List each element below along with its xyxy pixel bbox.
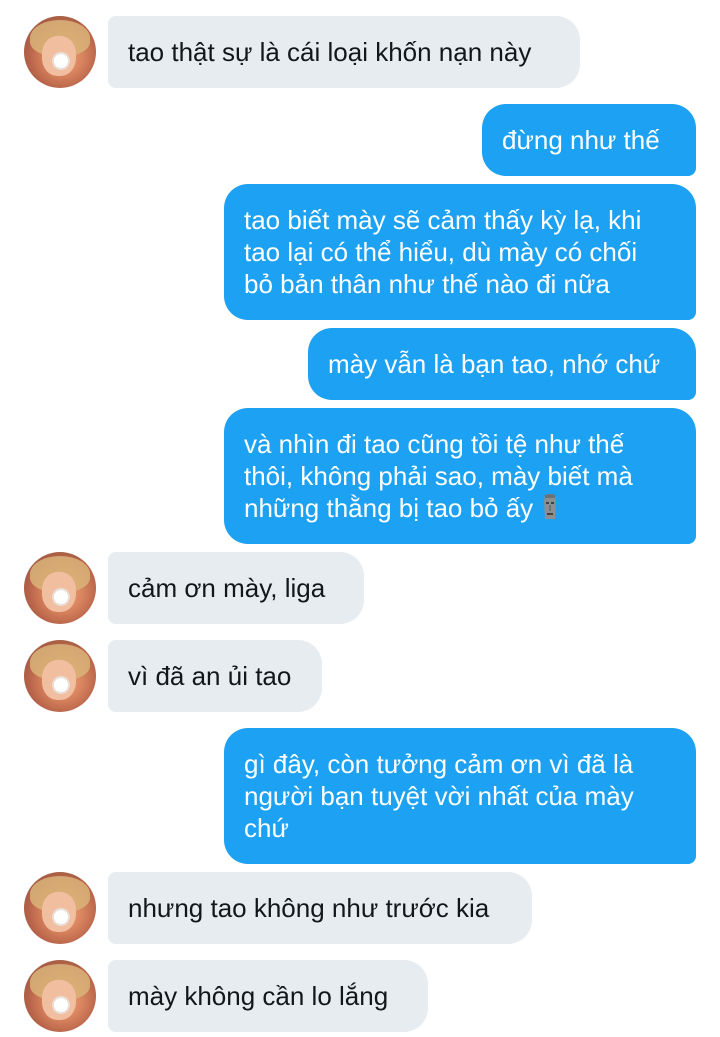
avatar-flower (54, 590, 68, 604)
message-line: người bạn tuyệt vời nhất của mày (244, 781, 634, 811)
chat-screen: { "messages": [ {"side": "in", "text": "… (0, 0, 720, 1037)
message-bubble-incoming[interactable]: mày không cần lo lắng (108, 960, 428, 1032)
message-line: chứ (244, 813, 289, 843)
message-bubble-incoming[interactable]: tao thật sự là cái loại khốn nạn này (108, 16, 580, 88)
avatar-flower (54, 910, 68, 924)
avatar[interactable] (24, 960, 96, 1032)
message-text: cảm ơn mày, liga (128, 573, 326, 603)
message-text: mày không cần lo lắng (128, 981, 389, 1011)
message-bubble-outgoing[interactable]: tao biết mày sẽ cảm thấy kỳ lạ, khi tao … (224, 184, 696, 320)
message-text: mày vẫn là bạn tao, nhớ chứ (328, 349, 661, 379)
avatar-flower (54, 54, 68, 68)
message-text: đừng như thế (502, 125, 660, 155)
moai-icon (544, 494, 557, 519)
message-bubble-outgoing[interactable]: gì đây, còn tưởng cảm ơn vì đã là người … (224, 728, 696, 864)
avatar[interactable] (24, 16, 96, 88)
message-line: tao biết mày sẽ cảm thấy kỳ lạ, khi (244, 205, 642, 235)
message-text: vì đã an ủi tao (128, 661, 292, 691)
message-line: và nhìn đi tao cũng tồi tệ như thế (244, 429, 625, 459)
avatar[interactable] (24, 552, 96, 624)
message-line: tao lại có thể hiểu, dù mày có chối (244, 237, 638, 267)
message-text: nhưng tao không như trước kia (128, 893, 490, 923)
message-line: gì đây, còn tưởng cảm ơn vì đã là (244, 749, 634, 779)
avatar[interactable] (24, 872, 96, 944)
message-bubble-incoming[interactable]: cảm ơn mày, liga (108, 552, 364, 624)
message-bubble-incoming[interactable]: vì đã an ủi tao (108, 640, 322, 712)
message-line: những thằng bị tao bỏ ấy (244, 493, 534, 523)
message-line-with-emoji: những thằng bị tao bỏ ấy (244, 492, 676, 524)
message-bubble-outgoing[interactable]: đừng như thế (482, 104, 696, 176)
avatar-flower (54, 678, 68, 692)
message-bubble-outgoing[interactable]: mày vẫn là bạn tao, nhớ chứ (308, 328, 696, 400)
message-line: bỏ bản thân như thế nào đi nữa (244, 269, 610, 299)
avatar[interactable] (24, 640, 96, 712)
message-bubble-incoming[interactable]: nhưng tao không như trước kia (108, 872, 532, 944)
avatar-flower (54, 998, 68, 1012)
message-text: tao thật sự là cái loại khốn nạn này (128, 37, 532, 67)
message-line: thôi, không phải sao, mày biết mà (244, 461, 633, 491)
message-bubble-outgoing[interactable]: và nhìn đi tao cũng tồi tệ như thế thôi,… (224, 408, 696, 544)
